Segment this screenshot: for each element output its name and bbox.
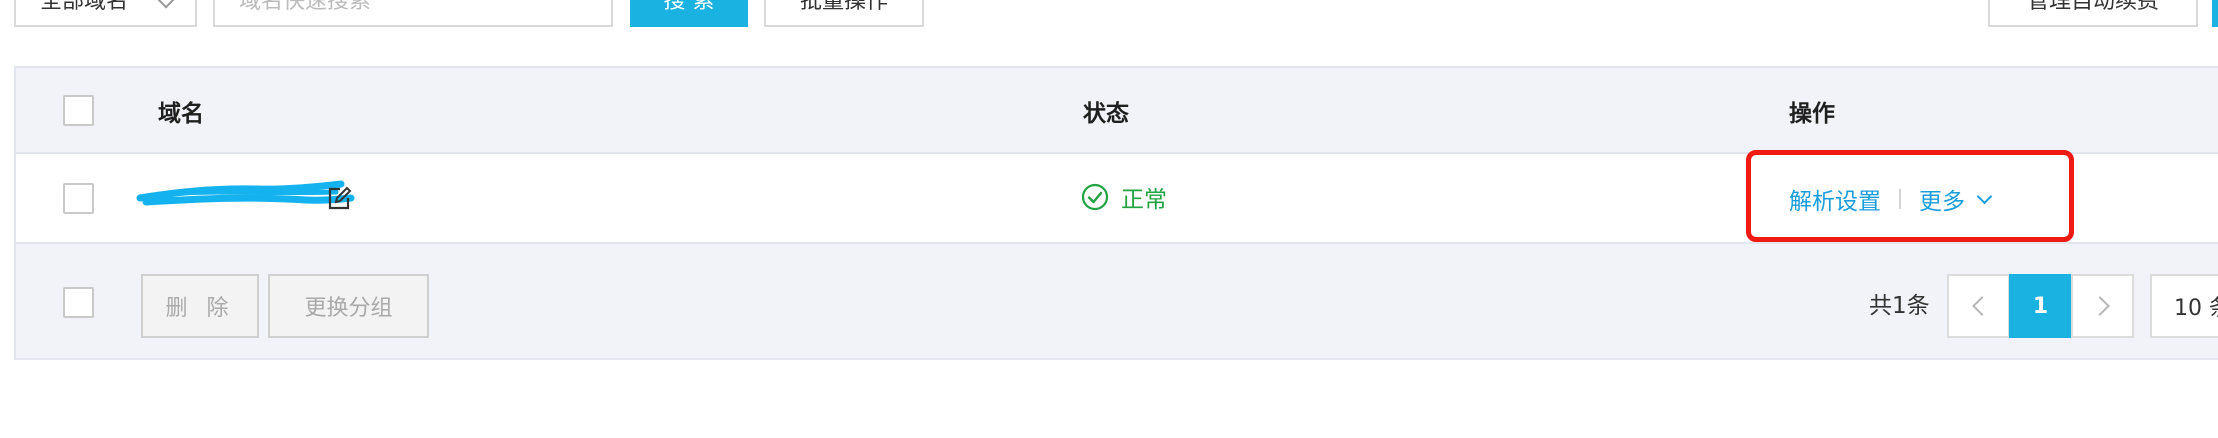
domain-group-select-value: 全部域名 <box>40 0 129 14</box>
column-header-domain: 域名 <box>158 101 204 127</box>
batch-operations-button[interactable]: 批量操作 <box>764 0 924 27</box>
delete-button[interactable]: 删 除 <box>141 274 259 338</box>
next-page-button[interactable] <box>2071 274 2134 338</box>
page-size-select[interactable]: 10 条/页 <box>2150 274 2218 338</box>
total-count: 共1条 <box>1869 293 1930 319</box>
action-divider <box>1899 189 1901 209</box>
table-footer: 删 除 更换分组 共1条 1 10 条/页 <box>16 246 2218 360</box>
operations-cell: 解析设置 更多 <box>1789 182 1993 216</box>
more-dropdown-label: 更多 <box>1919 189 1965 215</box>
search-button[interactable]: 搜 索 <box>630 0 748 27</box>
search-button-label: 搜 索 <box>663 0 715 14</box>
change-group-button[interactable]: 更换分组 <box>268 274 429 338</box>
page-button-current[interactable]: 1 <box>2009 274 2072 338</box>
more-dropdown[interactable]: 更多 <box>1919 182 1993 216</box>
domain-search-input[interactable]: 域名快速搜索 <box>213 0 613 27</box>
footer-select-all-checkbox[interactable] <box>63 287 94 318</box>
chevron-down-icon <box>157 0 175 9</box>
column-header-status: 状态 <box>1083 101 1129 127</box>
check-circle-icon <box>1081 183 1109 211</box>
edit-icon[interactable] <box>326 184 352 212</box>
chevron-down-icon <box>1976 188 1993 204</box>
toolbar-edge-button[interactable] <box>2212 0 2218 27</box>
table-header: 域名 状态 操作 <box>16 68 2218 154</box>
dns-settings-link[interactable]: 解析设置 <box>1789 182 1881 216</box>
batch-operations-label: 批量操作 <box>799 0 888 14</box>
row-checkbox[interactable] <box>63 183 94 214</box>
domain-table: 域名 状态 操作 正常 解析设置 更多 删 除 更换分组 共1条 1 10 <box>14 66 2218 360</box>
page-size-value: 10 条/页 <box>2174 296 2218 321</box>
chevron-left-icon <box>1971 296 1992 316</box>
domain-group-select[interactable]: 全部域名 <box>14 0 197 27</box>
select-all-checkbox[interactable] <box>63 95 94 126</box>
chevron-right-icon <box>2089 296 2110 316</box>
prev-page-button[interactable] <box>1947 274 2010 338</box>
table-row: 正常 解析设置 更多 <box>16 150 2218 244</box>
status-text: 正常 <box>1121 187 1167 213</box>
status-cell: 正常 <box>1081 180 1167 214</box>
manage-auto-renew-button[interactable]: 管理自动续费 <box>1988 0 2198 27</box>
domain-search-placeholder: 域名快速搜索 <box>239 0 372 14</box>
column-header-operations: 操作 <box>1789 101 1835 127</box>
manage-auto-renew-label: 管理自动续费 <box>2026 0 2159 14</box>
